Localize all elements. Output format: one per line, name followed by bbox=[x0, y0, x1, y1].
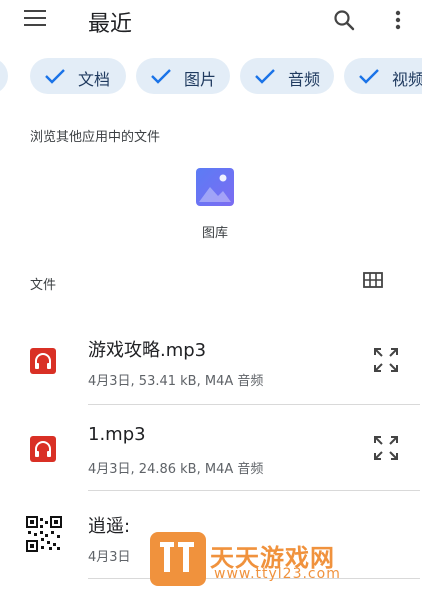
more-vert-icon[interactable] bbox=[390, 8, 406, 32]
search-icon[interactable] bbox=[332, 8, 356, 32]
gallery-icon[interactable] bbox=[196, 168, 234, 206]
grid-view-icon[interactable] bbox=[363, 272, 383, 288]
filter-chips: 文档 图片 音频 视频 bbox=[0, 56, 422, 96]
chip-label: 文档 bbox=[78, 70, 111, 89]
chip-images[interactable]: 图片 bbox=[136, 58, 230, 94]
expand-preview-icon[interactable] bbox=[372, 434, 400, 462]
audio-file-icon bbox=[30, 436, 56, 462]
expand-preview-icon[interactable] bbox=[372, 346, 400, 374]
gallery-label[interactable]: 图库 bbox=[0, 222, 422, 241]
divider bbox=[88, 490, 420, 491]
audio-file-icon bbox=[30, 348, 56, 374]
file-name: 1.mp3 bbox=[88, 424, 146, 445]
chip-video[interactable]: 视频 bbox=[344, 58, 422, 94]
file-name: 逍遥: bbox=[88, 516, 131, 537]
watermark: 天天游戏网 www.ttyl23.com bbox=[150, 532, 410, 592]
hamburger-menu-icon[interactable] bbox=[24, 10, 46, 28]
file-meta: 4月3日, 53.41 kB, M4A 音频 bbox=[88, 374, 264, 389]
chip-label: 视频 bbox=[392, 70, 422, 89]
file-meta: 4月3日 bbox=[88, 550, 131, 565]
chip-partial[interactable] bbox=[0, 58, 8, 94]
check-icon bbox=[359, 69, 379, 84]
page-title: 最近 bbox=[88, 12, 133, 37]
check-icon bbox=[255, 69, 275, 84]
browse-section-title: 浏览其他应用中的文件 bbox=[30, 130, 161, 145]
file-meta: 4月3日, 24.86 kB, M4A 音频 bbox=[88, 462, 264, 477]
check-icon bbox=[45, 69, 65, 84]
app-bar: 最近 bbox=[0, 0, 422, 40]
divider bbox=[88, 404, 420, 405]
chip-documents[interactable]: 文档 bbox=[30, 58, 126, 94]
list-item[interactable]: 1.mp3 4月3日, 24.86 kB, M4A 音频 bbox=[0, 406, 422, 494]
files-section-title: 文件 bbox=[30, 278, 57, 293]
check-icon bbox=[151, 69, 171, 84]
watermark-logo-icon bbox=[150, 532, 206, 586]
chip-label: 音频 bbox=[288, 70, 321, 89]
qr-code-icon bbox=[26, 516, 62, 552]
file-name: 游戏攻略.mp3 bbox=[88, 340, 207, 361]
list-item[interactable]: 游戏攻略.mp3 4月3日, 53.41 kB, M4A 音频 bbox=[0, 318, 422, 406]
watermark-url: www.ttyl23.com bbox=[214, 566, 341, 582]
chip-label: 图片 bbox=[184, 70, 217, 89]
chip-audio[interactable]: 音频 bbox=[240, 58, 334, 94]
